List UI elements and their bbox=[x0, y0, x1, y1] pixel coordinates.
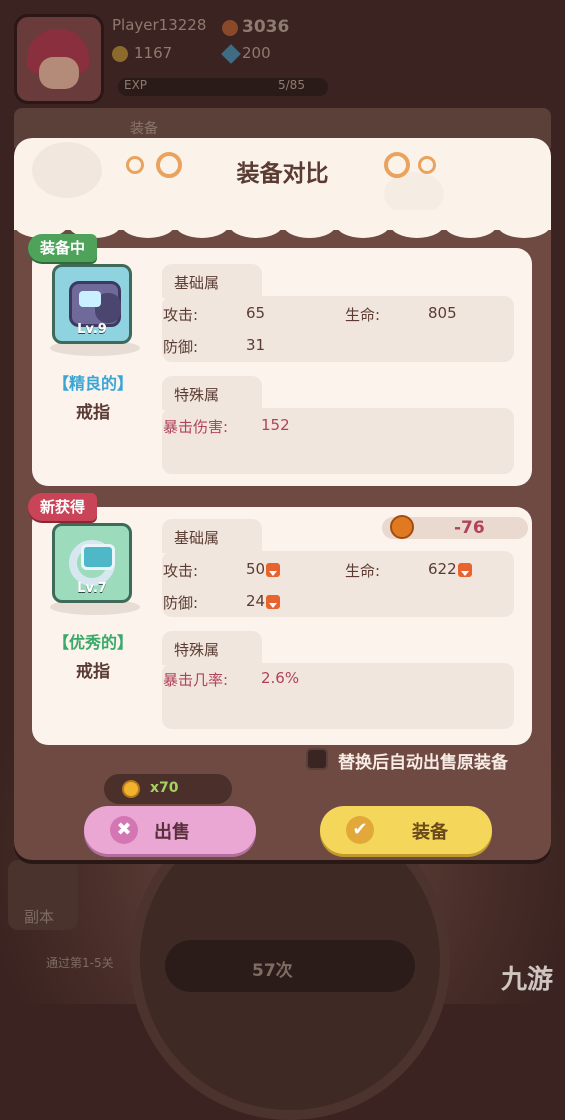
dialog-title: 装备对比 bbox=[236, 161, 329, 187]
arrow-down-icon bbox=[457, 562, 472, 577]
count-text: 57次 bbox=[252, 961, 293, 981]
coin-value: 1167 bbox=[134, 44, 173, 62]
special-label: 暴击几率: bbox=[163, 671, 229, 689]
current-item-panel: Lv.9 装备中 【精良的】 戒指 基础属 攻击: 65 生命: 805 防御:… bbox=[28, 234, 532, 486]
special-value: 152 bbox=[261, 416, 290, 434]
hp-value: 622 bbox=[428, 560, 472, 578]
item-quality: 【精良的】 bbox=[52, 374, 133, 393]
dungeon-label: 副本 bbox=[24, 908, 55, 926]
item-name: 戒指 bbox=[76, 662, 110, 682]
defense-value: 24 bbox=[246, 592, 281, 610]
new-item-panel: Lv.7 新获得 【优秀的】 戒指 -76 基础属 攻击: 50 生命: 622… bbox=[28, 493, 532, 745]
close-icon bbox=[110, 816, 138, 844]
sell-button-label: 出售 bbox=[154, 822, 190, 843]
stage-text: 通过第1-5关 bbox=[46, 956, 114, 970]
power-diff: -76 bbox=[382, 515, 528, 539]
player-name: Player13228 bbox=[112, 16, 207, 34]
auto-sell-checkbox[interactable] bbox=[306, 748, 328, 770]
check-icon bbox=[346, 816, 374, 844]
gold-value: 3036 bbox=[242, 17, 290, 37]
equipped-badge: 装备中 bbox=[28, 234, 98, 262]
avatar bbox=[14, 14, 104, 104]
hp-value: 805 bbox=[428, 304, 457, 322]
header-scallop bbox=[14, 210, 551, 238]
special-attr-tab: 特殊属 bbox=[162, 376, 262, 410]
auto-sell-label: 替换后自动出售原装备 bbox=[338, 753, 508, 773]
defense-label: 防御: bbox=[163, 338, 199, 356]
gem-icon bbox=[221, 44, 241, 64]
attack-label: 攻击: bbox=[163, 562, 199, 580]
gold-icon bbox=[222, 20, 238, 36]
equip-button-label: 装备 bbox=[412, 822, 448, 843]
price-value: x70 bbox=[150, 780, 179, 796]
basic-attr-section bbox=[162, 296, 514, 362]
attack-value: 50 bbox=[246, 560, 281, 578]
attack-label: 攻击: bbox=[163, 306, 199, 324]
item-level: Lv.9 bbox=[77, 322, 107, 337]
attack-value: 65 bbox=[246, 304, 266, 322]
arrow-down-icon bbox=[266, 562, 281, 577]
player-topbar: Player13228 3036 1167 200 EXP 5/85 bbox=[0, 0, 565, 110]
hp-label: 生命: bbox=[345, 562, 381, 580]
exp-value: 5/85 bbox=[278, 78, 305, 92]
item-level: Lv.7 bbox=[77, 581, 107, 596]
equipment-compare-dialog: 装备对比 Lv.9 装备中 【精良的】 戒指 基础属 攻击: 65 生命: 80… bbox=[14, 138, 551, 860]
special-attr-tab: 特殊属 bbox=[162, 631, 262, 665]
defense-label: 防御: bbox=[163, 594, 199, 612]
coin-icon bbox=[122, 780, 140, 798]
item-quality: 【优秀的】 bbox=[52, 633, 133, 652]
new-badge: 新获得 bbox=[28, 493, 98, 521]
exp-label: EXP bbox=[124, 78, 148, 92]
sell-button[interactable]: 出售 bbox=[84, 806, 256, 854]
defense-value: 31 bbox=[246, 336, 266, 354]
basic-attr-tab: 基础属 bbox=[162, 519, 262, 553]
special-value: 2.6% bbox=[261, 669, 300, 687]
power-icon bbox=[390, 515, 414, 539]
item-name: 戒指 bbox=[76, 403, 110, 423]
watermark-logo: 九游 bbox=[500, 965, 553, 995]
hp-label: 生命: bbox=[345, 306, 381, 324]
sell-price: x70 bbox=[104, 774, 232, 804]
gem-value: 200 bbox=[242, 44, 271, 62]
special-label: 暴击伤害: bbox=[163, 418, 229, 436]
arrow-down-icon bbox=[266, 594, 281, 609]
power-diff-value: -76 bbox=[454, 518, 485, 538]
equip-button[interactable]: 装备 bbox=[320, 806, 492, 854]
current-item-icon[interactable]: Lv.9 bbox=[52, 264, 132, 344]
equipment-tab-label: 装备 bbox=[130, 121, 158, 137]
new-item-icon[interactable]: Lv.7 bbox=[52, 523, 132, 603]
coin-icon bbox=[112, 46, 128, 62]
basic-attr-tab: 基础属 bbox=[162, 264, 262, 298]
